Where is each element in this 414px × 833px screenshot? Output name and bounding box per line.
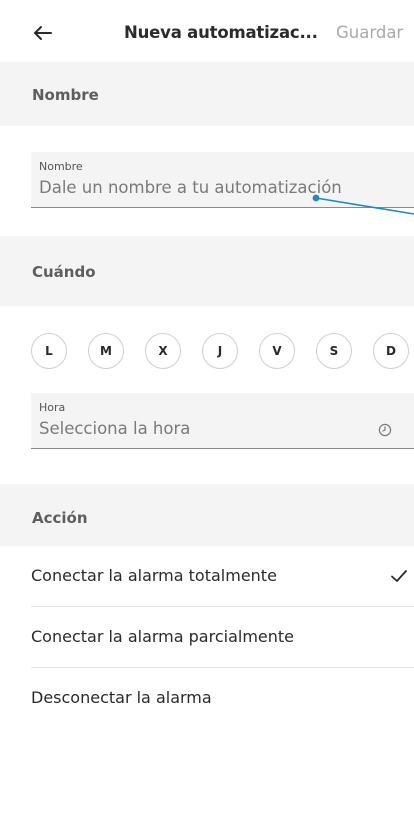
section-header-when: Cuándo xyxy=(0,236,414,306)
page-title: Nueva automatizac... xyxy=(124,23,318,42)
back-button[interactable] xyxy=(28,18,58,48)
day-toggle-v[interactable]: V xyxy=(259,333,295,369)
section-header-name: Nombre xyxy=(0,62,414,126)
time-field[interactable]: Hora Selecciona la hora xyxy=(31,393,414,449)
time-field-placeholder: Selecciona la hora xyxy=(39,419,191,438)
action-option-label: Desconectar la alarma xyxy=(31,688,212,707)
day-toggle-x[interactable]: X xyxy=(145,333,181,369)
day-toggle-d[interactable]: D xyxy=(373,333,409,369)
action-option-full-arm[interactable]: Conectar la alarma totalmente xyxy=(31,546,414,607)
day-toggle-l[interactable]: L xyxy=(31,333,67,369)
name-field-label: Nombre xyxy=(39,160,83,173)
checkmark-icon xyxy=(391,570,407,582)
name-field-placeholder: Dale un nombre a tu automatización xyxy=(39,178,342,197)
section-header-action: Acción xyxy=(0,484,414,546)
save-button[interactable]: Guardar xyxy=(336,23,403,42)
day-toggle-m[interactable]: M xyxy=(88,333,124,369)
day-toggle-s[interactable]: S xyxy=(316,333,352,369)
arrow-left-icon xyxy=(34,26,52,40)
day-toggle-j[interactable]: J xyxy=(202,333,238,369)
action-option-label: Conectar la alarma parcialmente xyxy=(31,627,295,646)
clock-icon[interactable] xyxy=(378,423,392,437)
section-title-action: Acción xyxy=(32,509,88,527)
action-option-partial-arm[interactable]: Conectar la alarma parcialmente xyxy=(31,607,414,668)
action-option-disarm[interactable]: Desconectar la alarma xyxy=(31,668,414,729)
section-title-when: Cuándo xyxy=(32,263,96,281)
section-title-name: Nombre xyxy=(32,86,99,104)
app-header: Nueva automatizac... Guardar xyxy=(0,0,414,62)
time-field-label: Hora xyxy=(39,401,66,414)
name-field[interactable]: Nombre Dale un nombre a tu automatizació… xyxy=(31,152,414,208)
weekday-selector: L M X J V S D xyxy=(31,333,414,369)
action-option-label: Conectar la alarma totalmente xyxy=(31,566,277,585)
